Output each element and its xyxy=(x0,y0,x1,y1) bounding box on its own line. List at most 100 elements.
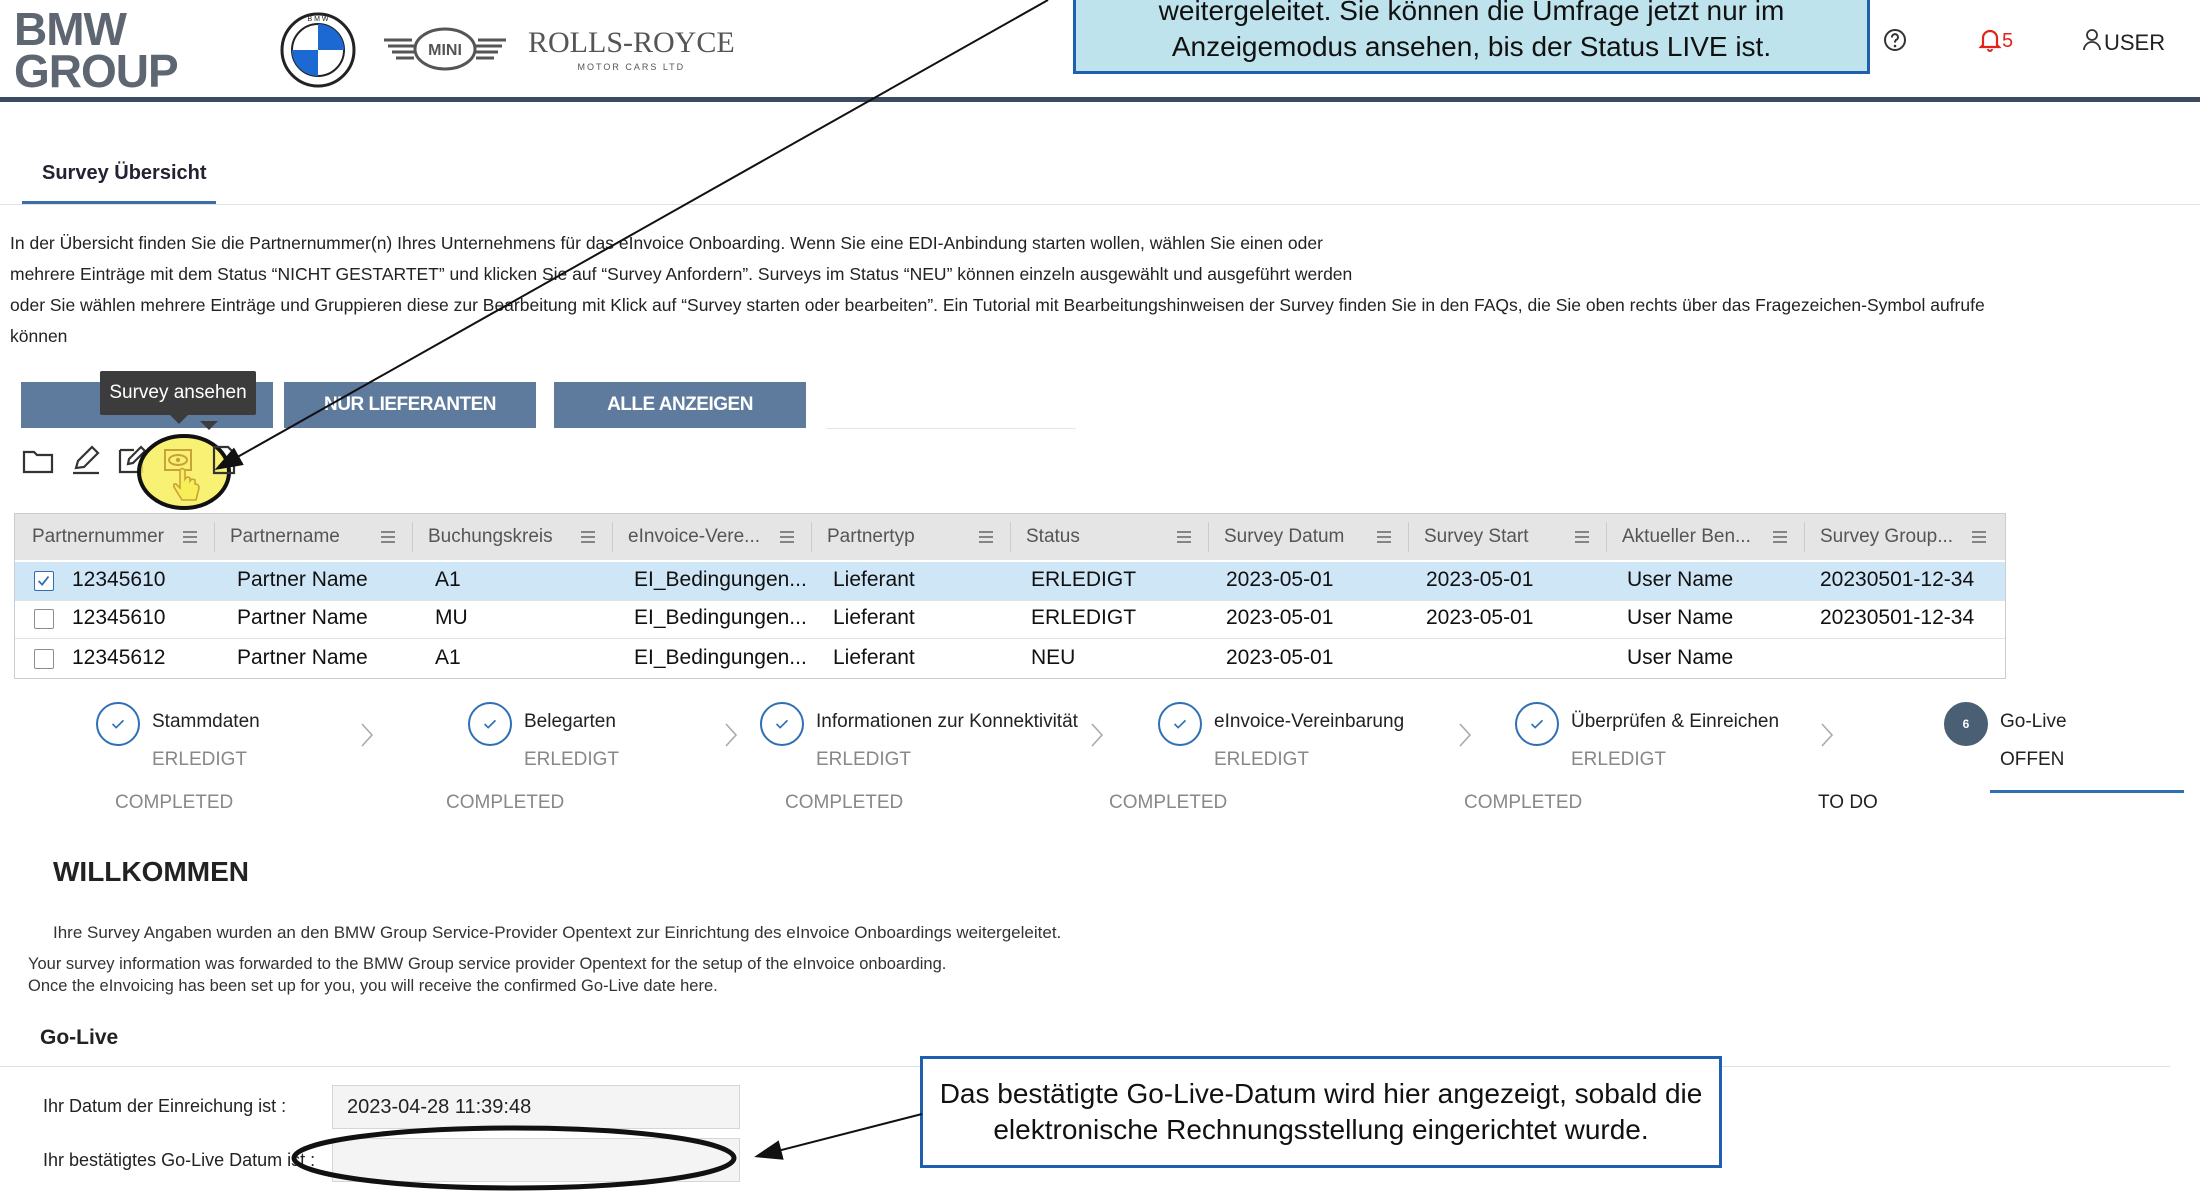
table-cell: Lieferant xyxy=(833,646,915,669)
step-number-badge[interactable]: 6 xyxy=(1944,702,1988,746)
step-title[interactable]: Überprüfen & Einreichen xyxy=(1571,711,1779,733)
column-menu-icon[interactable] xyxy=(1376,530,1392,544)
table-cell: 12345612 xyxy=(72,646,166,669)
column-separator xyxy=(612,522,613,552)
column-header[interactable]: Survey Group... xyxy=(1820,514,1953,560)
table-cell: User Name xyxy=(1627,646,1734,669)
bell-icon[interactable] xyxy=(1978,27,2002,53)
check-icon xyxy=(775,719,789,729)
tooltip-arrow-2 xyxy=(200,421,218,430)
column-header[interactable]: eInvoice-Vere... xyxy=(628,514,760,560)
chevron-right-icon xyxy=(1459,723,1472,747)
column-header[interactable]: Survey Start xyxy=(1424,514,1529,560)
show-all-button[interactable]: ALLE ANZEIGEN xyxy=(554,382,806,428)
column-separator xyxy=(1408,522,1409,552)
column-header[interactable]: Partnertyp xyxy=(827,514,915,560)
rr-name: ROLLS-ROYCE xyxy=(528,26,735,59)
column-header[interactable]: Buchungskreis xyxy=(428,514,553,560)
column-header[interactable]: Aktueller Ben... xyxy=(1622,514,1751,560)
table-cell: Lieferant xyxy=(833,606,915,629)
step-title[interactable]: eInvoice-Vereinbarung xyxy=(1214,711,1404,733)
column-separator xyxy=(1010,522,1011,552)
bmw-roundel-icon: B M W xyxy=(280,12,356,88)
step-check-icon[interactable] xyxy=(760,702,804,746)
table-cell: 2023-05-01 xyxy=(1226,646,1334,669)
table-cell: 2023-05-01 xyxy=(1226,606,1334,629)
document-icon[interactable] xyxy=(208,444,240,476)
table-cell: 2023-05-01 xyxy=(1226,568,1334,591)
user-icon[interactable] xyxy=(2082,28,2102,52)
column-menu-icon[interactable] xyxy=(380,530,396,544)
table-cell: A1 xyxy=(435,646,461,669)
submission-date-field: 2023-04-28 11:39:48 xyxy=(332,1085,740,1129)
check-icon xyxy=(37,575,50,586)
chevron-right-icon xyxy=(1091,723,1104,747)
column-header[interactable]: Partnernummer xyxy=(32,514,164,560)
step-title[interactable]: Go-Live xyxy=(2000,711,2067,733)
user-menu-label[interactable]: USER xyxy=(2104,30,2165,56)
tooltip-arrow xyxy=(170,415,188,424)
tab-divider xyxy=(0,204,2200,205)
table-cell: ERLEDIGT xyxy=(1031,606,1137,629)
row-checkbox[interactable] xyxy=(34,649,54,669)
welcome-title: WILLKOMMEN xyxy=(53,856,249,887)
column-separator xyxy=(1804,522,1805,552)
tooltip-view-survey: Survey ansehen xyxy=(100,371,256,415)
step-title[interactable]: Belegarten xyxy=(524,711,616,733)
column-separator xyxy=(1606,522,1607,552)
mini-logo-icon: MINI xyxy=(384,27,506,71)
column-separator xyxy=(214,522,215,552)
step-state: ERLEDIGT xyxy=(524,749,620,770)
step-check-icon[interactable] xyxy=(1515,702,1559,746)
column-header[interactable]: Partnername xyxy=(230,514,340,560)
check-icon xyxy=(1530,719,1544,729)
svg-text:B M W: B M W xyxy=(308,16,329,23)
column-menu-icon[interactable] xyxy=(182,530,198,544)
column-menu-icon[interactable] xyxy=(779,530,795,544)
step-completion: COMPLETED xyxy=(785,792,904,813)
step-title[interactable]: Stammdaten xyxy=(152,711,260,733)
step-check-icon[interactable] xyxy=(1158,702,1202,746)
column-menu-icon[interactable] xyxy=(1176,530,1192,544)
table-cell: EI_Bedingungen... xyxy=(634,646,807,669)
submission-date-label: Ihr Datum der Einreichung ist : xyxy=(43,1096,287,1116)
table-cell: 20230501-12-34 xyxy=(1820,568,1975,591)
rolls-royce-logo: ROLLS-ROYCE MOTOR CARS LTD xyxy=(528,26,735,72)
row-checkbox[interactable] xyxy=(34,609,54,629)
table-cell: Lieferant xyxy=(833,568,915,591)
column-header[interactable]: Status xyxy=(1026,514,1080,560)
folder-icon[interactable] xyxy=(22,444,54,476)
chevron-right-icon xyxy=(361,723,374,747)
column-header[interactable]: Survey Datum xyxy=(1224,514,1344,560)
step-check-icon[interactable] xyxy=(96,702,140,746)
step-check-icon[interactable] xyxy=(468,702,512,746)
table-cell: User Name xyxy=(1627,606,1734,629)
notification-count: 5 xyxy=(2002,30,2014,52)
pencil-icon[interactable] xyxy=(70,444,102,476)
only-suppliers-button[interactable]: NUR LIEFERANTEN xyxy=(284,382,536,428)
step-state: OFFEN xyxy=(2000,749,2065,770)
column-menu-icon[interactable] xyxy=(1574,530,1590,544)
info-callout-top: weitergeleitet. Sie können die Umfrage j… xyxy=(1073,0,1870,74)
column-menu-icon[interactable] xyxy=(580,530,596,544)
column-menu-icon[interactable] xyxy=(1971,530,1987,544)
table-cell: Partner Name xyxy=(237,606,368,629)
row-checkbox[interactable] xyxy=(34,571,54,591)
step-completion: COMPLETED xyxy=(1464,792,1583,813)
step-completion: COMPLETED xyxy=(446,792,565,813)
bmw-group-logo: BMW GROUP xyxy=(14,6,184,94)
question-circle-icon[interactable] xyxy=(1882,27,1908,53)
table-cell: A1 xyxy=(435,568,461,591)
column-menu-icon[interactable] xyxy=(978,530,994,544)
callout-bottom-line2: elektronische Rechnungsstellung eingeric… xyxy=(993,1114,1649,1145)
table-cell: User Name xyxy=(1627,568,1734,591)
tab-survey-overview-label: Survey Übersicht xyxy=(42,162,207,184)
step-completion: TO DO xyxy=(1818,792,1878,813)
table-cell: 2023-05-01 xyxy=(1426,568,1534,591)
step-title[interactable]: Informationen zur Konnektivität xyxy=(816,711,1078,733)
info-callout-bottom: Das bestätigte Go-Live-Datum wird hier a… xyxy=(920,1056,1722,1168)
chevron-right-icon xyxy=(1821,723,1834,747)
column-menu-icon[interactable] xyxy=(1772,530,1788,544)
table-cell: 2023-05-01 xyxy=(1426,606,1534,629)
table-cell: 20230501-12-34 xyxy=(1820,606,1975,629)
